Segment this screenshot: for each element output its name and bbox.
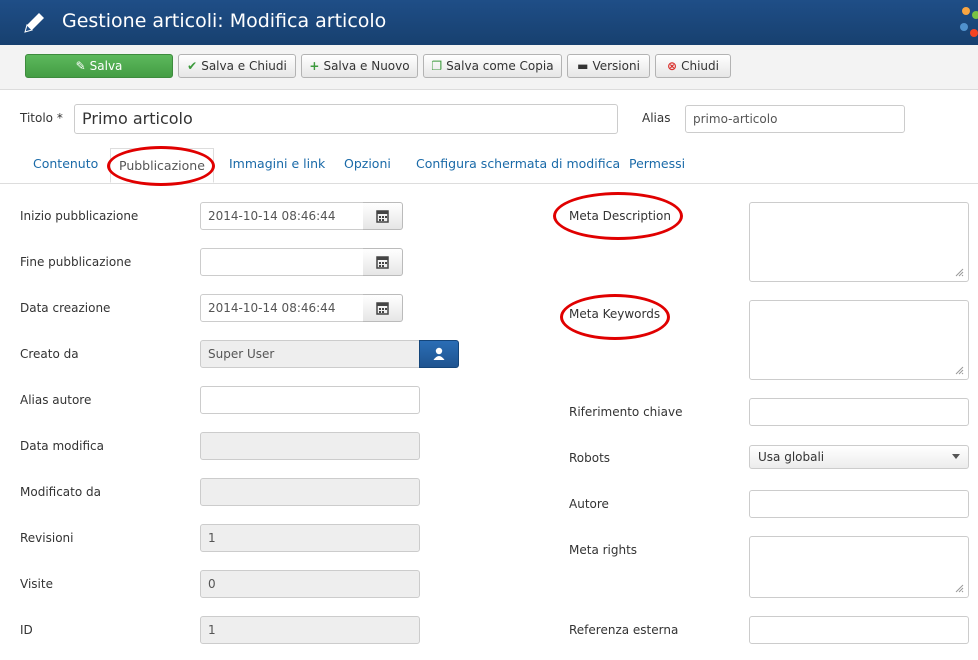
publish-up-calendar-button[interactable] [363,202,403,230]
id-input: 1 [200,616,420,644]
id-label: ID [20,623,33,637]
tab-publishing[interactable]: Pubblicazione [110,148,214,183]
tab-images-links[interactable]: Immagini e link [229,156,325,171]
page-header: Gestione articoli: Modifica articolo [0,0,978,45]
save-close-button[interactable]: ✔ Salva e Chiudi [178,54,296,78]
revisions-label: Revisioni [20,531,74,545]
external-reference-label: Referenza esterna [569,623,679,637]
created-by-input: Super User [200,340,420,368]
created-by-label: Creato da [20,347,79,361]
copy-icon: ❐ [431,59,443,73]
alias-label: Alias [642,111,671,125]
plus-icon: + [309,59,320,73]
calendar-icon [376,210,389,223]
modified-input [200,432,420,460]
key-reference-label: Riferimento chiave [569,405,683,419]
joomla-logo-icon [960,7,978,37]
external-reference-input[interactable] [749,616,969,644]
title-input[interactable]: Primo articolo [74,104,618,134]
robots-select[interactable]: Usa globali [749,445,969,469]
versions-button[interactable]: ▬ Versioni [567,54,650,78]
tab-options[interactable]: Opzioni [344,156,391,171]
meta-keywords-textarea[interactable] [749,300,969,380]
hits-input: 0 [200,570,420,598]
hits-label: Visite [20,577,53,591]
publish-down-input[interactable] [200,248,364,276]
robots-label: Robots [569,451,611,465]
chevron-down-icon [952,454,960,459]
meta-description-textarea[interactable] [749,202,969,282]
tab-bar: Contenuto Pubblicazione Immagini e link … [0,148,978,184]
tab-permissions[interactable]: Permessi [629,156,685,171]
resize-grip-icon [955,366,964,375]
robots-selected-value: Usa globali [758,450,825,464]
save-copy-button[interactable]: ❐ Salva come Copia [423,54,562,78]
page-title: Gestione articoli: Modifica articolo [62,10,387,32]
modified-by-input [200,478,420,506]
select-user-button[interactable] [419,340,459,368]
author-alias-label: Alias autore [20,393,92,407]
calendar-icon [376,256,389,269]
save-new-button[interactable]: + Salva e Nuovo [301,54,418,78]
pencil-icon [24,13,44,33]
alias-input[interactable]: primo-articolo [685,105,905,133]
cancel-icon: ⊗ [667,59,678,73]
key-reference-input[interactable] [749,398,969,426]
publish-up-input[interactable]: 2014-10-14 08:46:44 [200,202,364,230]
modified-by-label: Modificato da [20,485,101,499]
meta-rights-textarea[interactable] [749,536,969,598]
publish-up-label: Inizio pubblicazione [20,209,139,223]
edit-icon: ✎ [75,59,86,73]
toolbar: ✎ Salva ✔ Salva e Chiudi + Salva e Nuovo ❐ S… [0,45,978,90]
created-input[interactable]: 2014-10-14 08:46:44 [200,294,364,322]
resize-grip-icon [955,584,964,593]
author-alias-input[interactable] [200,386,420,414]
author-label: Autore [569,497,609,511]
tab-editor-config[interactable]: Configura schermata di modifica [416,156,620,171]
tab-content[interactable]: Contenuto [33,156,98,171]
publish-down-label: Fine pubblicazione [20,255,132,269]
modified-label: Data modifica [20,439,104,453]
created-calendar-button[interactable] [363,294,403,322]
created-label: Data creazione [20,301,111,315]
author-input[interactable] [749,490,969,518]
meta-rights-label: Meta rights [569,543,638,557]
revisions-input: 1 [200,524,420,552]
close-button[interactable]: ⊗ Chiudi [655,54,731,78]
meta-keywords-label: Meta Keywords [569,307,661,321]
check-icon: ✔ [187,59,198,73]
user-icon [433,347,445,360]
resize-grip-icon [955,268,964,277]
save-button[interactable]: ✎ Salva [25,54,173,78]
calendar-icon [376,302,389,315]
publish-down-calendar-button[interactable] [363,248,403,276]
archive-icon: ▬ [577,59,589,73]
meta-description-label: Meta Description [569,209,671,223]
title-label: Titolo * [20,111,63,125]
